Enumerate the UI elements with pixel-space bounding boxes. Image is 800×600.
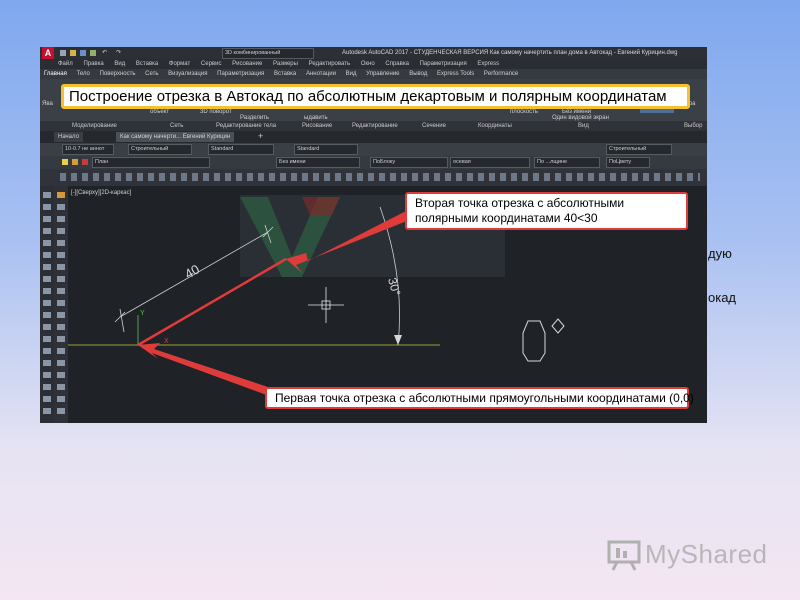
nav-diamond-icon[interactable]	[551, 318, 565, 334]
myshared-logo-text: MyShared	[645, 539, 768, 569]
dimension-tick-start	[119, 308, 125, 333]
nav-octagon-icon[interactable]	[522, 320, 546, 362]
ucs-y-label: Y	[140, 310, 145, 317]
segment-highlight	[137, 257, 287, 347]
dimension-length-text: 40	[182, 261, 202, 281]
ucs-x-label: X	[164, 338, 169, 345]
background-text-2: окад	[708, 290, 737, 305]
myshared-logo-icon	[607, 540, 641, 571]
overlay-title: Построение отрезка в Автокад по абсолютн…	[61, 84, 690, 109]
arrow-to-first-point-icon	[138, 343, 272, 397]
angle-arrow-icon	[394, 335, 402, 345]
callout-second-point: Вторая точка отрезка с абсолютными поляр…	[405, 192, 688, 230]
dimension-arrow-start-icon	[114, 311, 126, 323]
dimension-angle-text: 30°	[385, 276, 403, 297]
background-text-1: дую	[708, 246, 732, 261]
callout-first-point: Первая точка отрезка с абсолютными прямо…	[265, 387, 694, 409]
slide: { "slide": { "background_text_1": "дую",…	[0, 0, 800, 600]
